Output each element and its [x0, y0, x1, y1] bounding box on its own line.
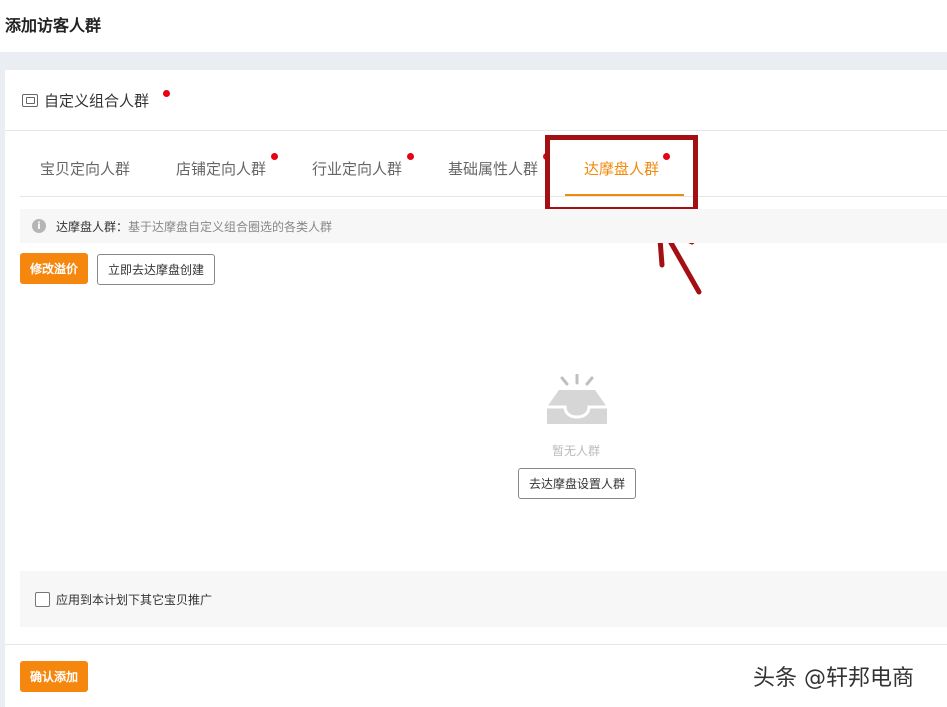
modify-premium-button[interactable]: 修改溢价: [20, 253, 88, 284]
apply-checkbox[interactable]: [35, 591, 50, 607]
tab-store-dot: [271, 153, 278, 160]
tabs-divider: [20, 196, 947, 197]
card-header: 自定义组合人群: [22, 88, 149, 112]
info-bar: i 达摩盘人群： 基于达摩盘自定义组合圈选的各类人群: [20, 209, 947, 243]
tab-bar: 宝贝定向人群 店铺定向人群 行业定向人群 基础属性人群 达摩盘人群: [0, 150, 947, 190]
go-damopan-setup-button[interactable]: 去达摩盘设置人群: [518, 468, 636, 499]
tab-industry-dot: [407, 153, 414, 160]
create-now-button[interactable]: 立即去达摩盘创建: [97, 254, 215, 285]
info-description: 基于达摩盘自定义组合圈选的各类人群: [128, 219, 333, 234]
confirm-add-button[interactable]: 确认添加: [20, 661, 88, 692]
audience-icon: [22, 93, 38, 107]
card-title: 自定义组合人群: [44, 91, 150, 110]
section-separator: [0, 52, 947, 70]
apply-label: 应用到本计划下其它宝贝推广: [56, 592, 213, 607]
tab-store-audience[interactable]: 店铺定向人群: [176, 158, 266, 179]
tab-basic-attribute-audience[interactable]: 基础属性人群: [448, 158, 538, 179]
info-label: 达摩盘人群：: [56, 219, 129, 234]
tab-industry-audience[interactable]: 行业定向人群: [312, 158, 402, 179]
empty-state-text: 暂无人群: [552, 444, 601, 458]
footer-divider: [5, 644, 947, 645]
card-title-dot: [163, 90, 170, 97]
tab-item-audience[interactable]: 宝贝定向人群: [40, 158, 130, 179]
watermark: 头条 @轩邦电商: [753, 666, 914, 691]
annotation-highlight-box: [545, 135, 698, 212]
header-divider: [5, 130, 947, 131]
page-title: 添加访客人群: [5, 16, 102, 35]
info-icon: i: [32, 219, 46, 233]
empty-box-icon: [547, 374, 607, 424]
apply-bar: 应用到本计划下其它宝贝推广: [20, 571, 947, 627]
